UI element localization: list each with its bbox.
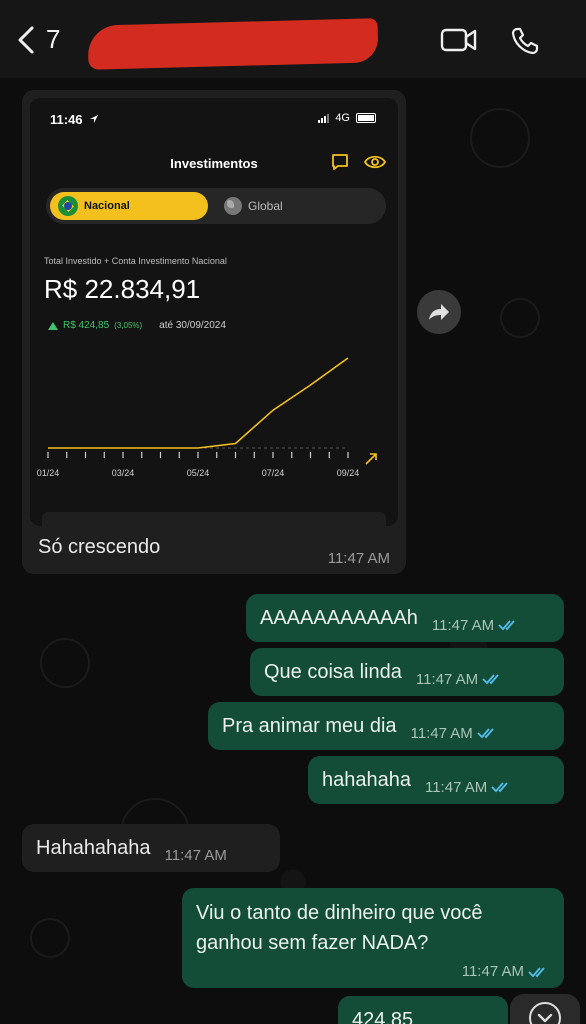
message-meta: 11:47 AM xyxy=(432,617,520,634)
brazil-flag-icon xyxy=(58,196,78,216)
network-label: 4G xyxy=(335,112,350,124)
read-receipt-icon xyxy=(498,620,515,631)
forward-button[interactable] xyxy=(417,290,461,334)
battery-icon xyxy=(356,113,376,123)
outgoing-message[interactable]: Que coisa linda 11:47 AM xyxy=(250,648,564,696)
image-message[interactable]: 11:46 4G Investimentos Nacional Global T… xyxy=(22,90,406,574)
chat-header: 7 xyxy=(0,0,586,78)
wallpaper-doodle xyxy=(30,918,70,958)
redacted-contact-name xyxy=(87,18,379,70)
investment-chart: 01/24 03/24 05/24 07/24 09/24 xyxy=(37,357,377,478)
outgoing-message[interactable]: Pra animar meu dia 11:47 AM xyxy=(208,702,564,750)
tab-nacional: Nacional xyxy=(50,192,208,220)
incoming-message[interactable]: Hahahahaha 11:47 AM xyxy=(22,824,280,872)
total-label: Total Investido + Conta Investimento Nac… xyxy=(44,256,227,266)
message-time: 11:47 AM xyxy=(431,616,495,634)
x-tick-label: 09/24 xyxy=(337,468,360,478)
screenshot-bottom-edge xyxy=(42,512,386,526)
wallpaper-doodle xyxy=(470,108,530,168)
message-text: Hahahahaha xyxy=(36,836,151,859)
message-time: 11:47 AM xyxy=(461,963,524,980)
gain-date: até 30/09/2024 xyxy=(159,320,226,331)
gain-amount: R$ 424,85 xyxy=(63,320,110,331)
message-time: 11:47 AM xyxy=(415,670,479,688)
read-receipt-icon xyxy=(477,728,494,739)
message-time: 11:47 AM xyxy=(164,846,227,864)
message-meta: 11:47 AM xyxy=(165,847,227,864)
total-value: R$ 22.834,91 xyxy=(44,274,201,304)
status-time: 11:46 xyxy=(50,112,99,127)
region-toggle: Nacional Global xyxy=(46,188,386,224)
wallpaper-doodle xyxy=(500,298,540,338)
outgoing-message[interactable]: AAAAAAAAAAAh 11:47 AM xyxy=(246,594,564,642)
message-time: 11:47 AM xyxy=(410,724,473,742)
message-meta: 11:47 AM xyxy=(425,779,513,796)
message-meta: 11:47 AM xyxy=(411,725,499,742)
video-call-icon[interactable] xyxy=(440,26,478,54)
message-meta: 11:47 AM xyxy=(416,671,504,688)
comment-icon xyxy=(332,154,348,170)
outgoing-message[interactable]: hahahaha 11:47 AM xyxy=(308,756,564,804)
x-tick-label: 05/24 xyxy=(187,468,210,478)
read-receipt-icon xyxy=(491,782,508,793)
image-caption: Só crescendo xyxy=(38,536,161,558)
read-receipt-icon xyxy=(528,966,545,977)
back-button[interactable]: 7 xyxy=(14,24,60,55)
read-receipt-icon xyxy=(482,674,499,685)
message-text: 424,85 xyxy=(352,1008,414,1024)
location-arrow-icon xyxy=(90,115,99,123)
series-line xyxy=(48,357,349,449)
message-text: hahahaha xyxy=(322,768,411,791)
outgoing-message[interactable]: Viu o tanto de dinheiro que você ganhou … xyxy=(182,888,564,988)
message-time: 11:47 AM xyxy=(327,550,390,567)
chevron-down-icon xyxy=(529,1002,561,1024)
x-tick-label: 07/24 xyxy=(262,468,285,478)
scroll-to-bottom-button[interactable] xyxy=(510,994,580,1024)
globe-icon xyxy=(224,197,242,215)
gain-row: R$ 424,85 (3,05%) até 30/09/2024 xyxy=(48,320,226,331)
up-arrow-icon xyxy=(48,321,58,330)
forward-arrow-icon xyxy=(429,304,449,320)
message-text: Que coisa linda xyxy=(264,660,402,683)
message-text: AAAAAAAAAAAh xyxy=(260,606,418,629)
x-tick-label: 03/24 xyxy=(112,468,135,478)
unread-count: 7 xyxy=(46,24,61,54)
outgoing-message[interactable]: 424,85 xyxy=(338,996,508,1024)
message-text: Viu o tanto de dinheiro que você ganhou … xyxy=(196,902,483,954)
signal-icon xyxy=(318,113,330,123)
x-tick-label: 01/24 xyxy=(37,468,60,478)
eye-icon xyxy=(364,155,386,169)
back-chevron-icon xyxy=(18,26,34,53)
message-meta: 11:47 AM xyxy=(462,963,550,980)
wallpaper-doodle xyxy=(40,638,90,688)
message-text: Pra animar meu dia xyxy=(222,714,397,737)
investment-screenshot[interactable]: 11:46 4G Investimentos Nacional Global T… xyxy=(30,98,398,526)
tab-global: Global xyxy=(224,197,283,215)
phone-call-icon[interactable] xyxy=(510,26,540,56)
status-indicators: 4G xyxy=(318,112,376,124)
message-time: 11:47 AM xyxy=(424,778,488,796)
expand-arrow-icon xyxy=(365,453,377,465)
gain-percent: (3,05%) xyxy=(114,321,143,330)
